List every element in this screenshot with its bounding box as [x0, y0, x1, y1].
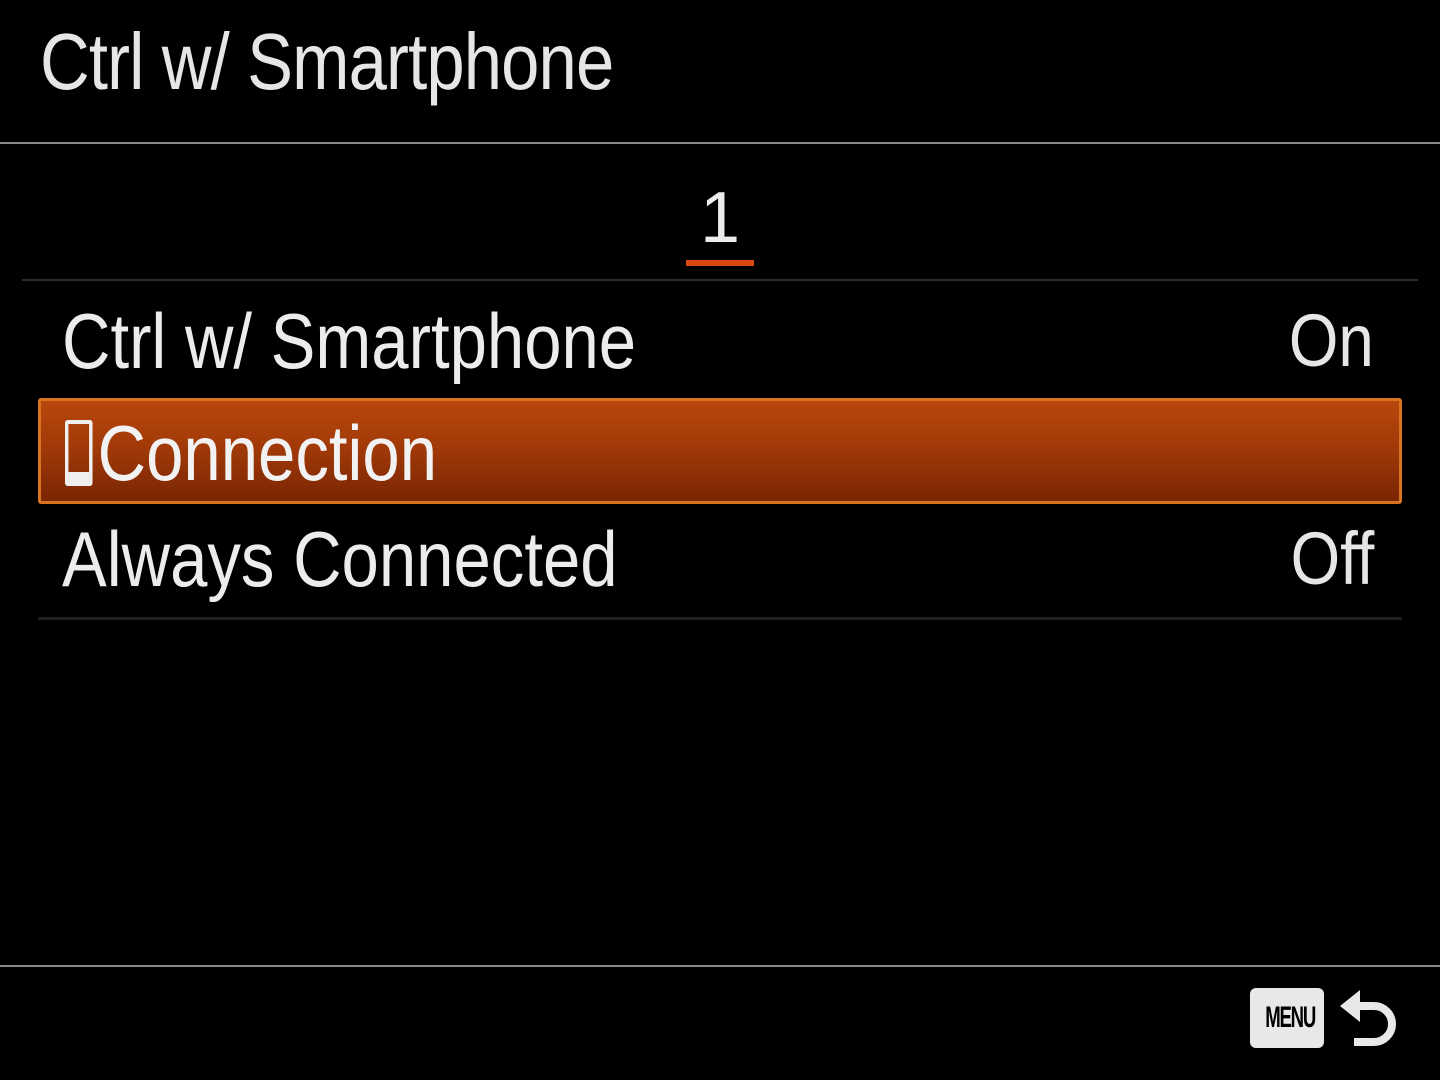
active-tab-indicator: [686, 260, 754, 266]
menu-key-icon: MENU: [1250, 988, 1324, 1048]
menu-return-button[interactable]: MENU: [1250, 986, 1400, 1052]
menu-item-connection[interactable]: Connection: [38, 398, 1402, 504]
footer-divider: [0, 965, 1440, 967]
tab-divider: [22, 279, 1418, 281]
title-bar: Ctrl w/ Smartphone: [0, 0, 1440, 144]
menu-item-value: Off: [1290, 517, 1374, 600]
page-title: Ctrl w/ Smartphone: [40, 17, 614, 106]
menu-item-value: On: [1289, 299, 1374, 382]
menu-item-label: Ctrl w/ Smartphone: [62, 297, 637, 385]
return-arrow-icon: [1340, 990, 1396, 1046]
menu-item-label: Connection: [97, 409, 438, 497]
tab-page-number: 1: [699, 178, 741, 258]
smartphone-icon: [65, 420, 93, 486]
list-divider: [38, 617, 1402, 620]
menu-item-label: Always Connected: [62, 515, 618, 603]
menu-item-always-connected[interactable]: Always Connected Off: [38, 504, 1402, 614]
menu-key-label: MENU: [1265, 1001, 1316, 1034]
menu-list: Ctrl w/ Smartphone On Connection Always …: [38, 286, 1402, 614]
menu-item-ctrl-w-smartphone[interactable]: Ctrl w/ Smartphone On: [38, 286, 1402, 396]
tab-page-1[interactable]: 1: [686, 178, 754, 266]
menu-item-label-wrap: Connection: [65, 408, 437, 498]
